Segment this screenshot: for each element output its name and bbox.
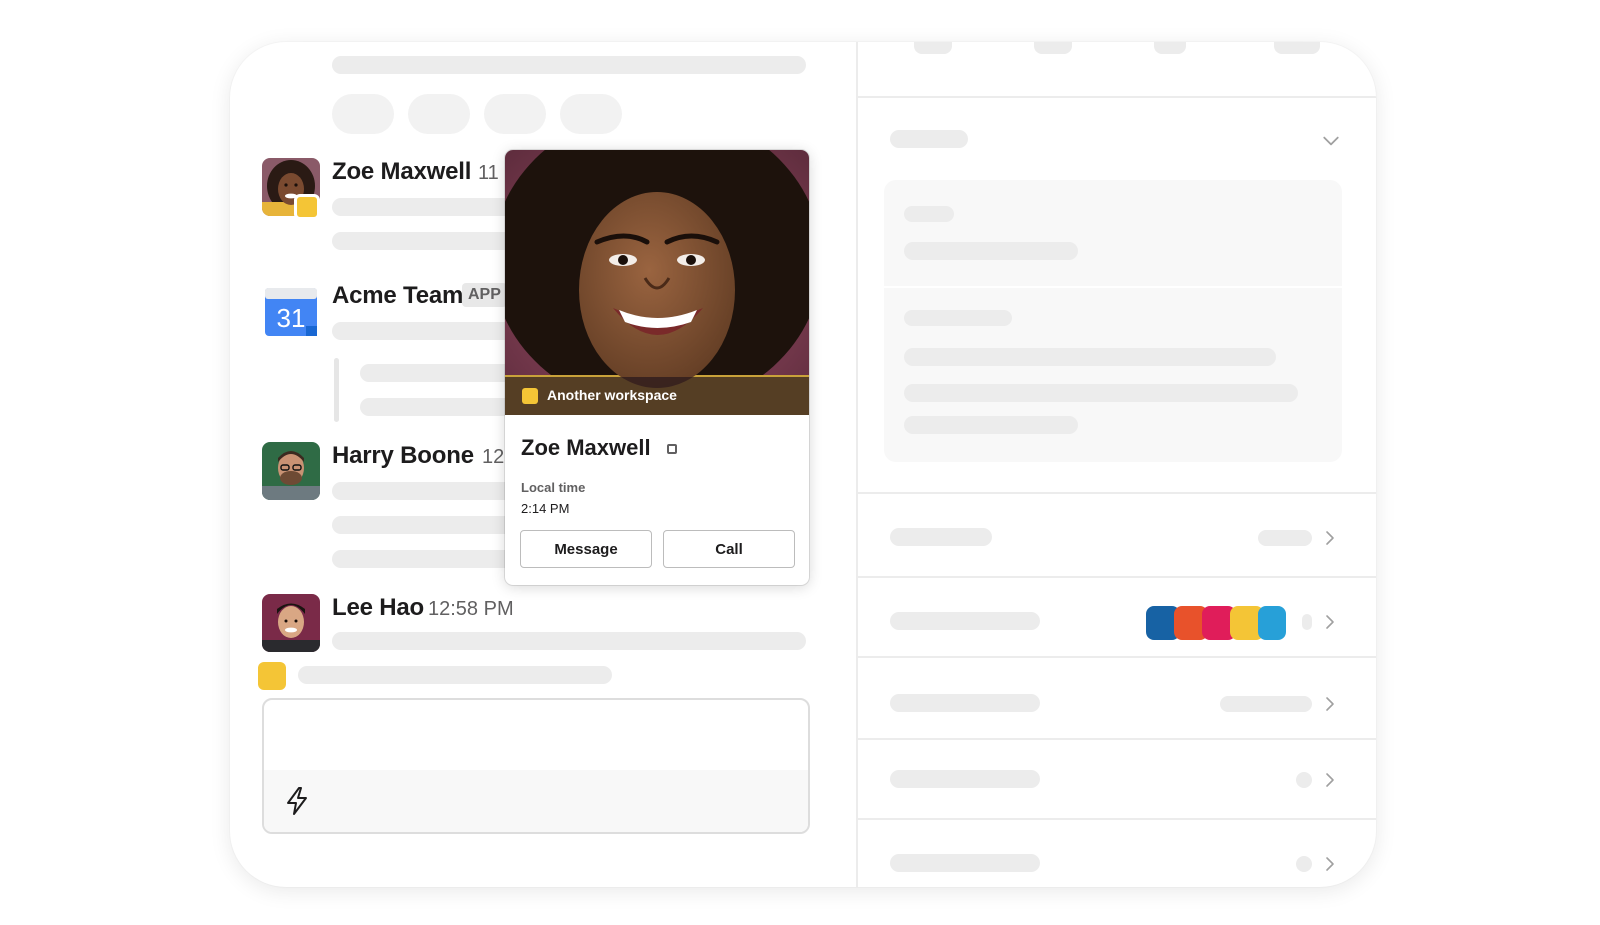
tab-placeholder[interactable] [1274,42,1320,54]
profile-photo-image [505,150,809,415]
call-button[interactable]: Call [663,530,795,568]
chevron-right-icon[interactable] [1322,772,1338,788]
message-author[interactable]: Lee Hao [332,594,424,622]
row-value-placeholder [1302,614,1312,630]
message-button[interactable]: Message [520,530,652,568]
card-label-placeholder [904,206,954,222]
chevron-right-icon[interactable] [1322,696,1338,712]
profile-photo[interactable]: Another workspace [505,150,809,415]
lightning-icon[interactable] [284,786,310,816]
profile-name[interactable]: Zoe Maxwell [521,435,651,461]
local-time-value: 2:14 PM [521,501,570,516]
channel-header-placeholder [332,56,806,74]
reaction-square[interactable] [258,662,286,690]
card-value-placeholder [904,348,1276,366]
section-divider [858,818,1376,820]
chevron-right-icon[interactable] [1322,614,1338,630]
row-label-placeholder [890,528,992,546]
card-value-placeholder [904,242,1078,260]
chevron-right-icon[interactable] [1322,530,1338,546]
section-divider [858,96,1376,98]
row-label-placeholder [890,612,1040,630]
row-label-placeholder [890,694,1040,712]
profile-popover: Another workspace Zoe Maxwell Local time… [505,150,809,585]
message-composer[interactable] [262,698,810,834]
calendar-icon: 31 [265,288,317,336]
row-label-placeholder [890,854,1040,872]
message-timestamp[interactable]: 12:58 PM [428,598,514,621]
row-value-placeholder [1296,856,1312,872]
color-swatch-cyan[interactable] [1258,606,1286,640]
tab-placeholder[interactable] [1034,42,1072,54]
tab-placeholder[interactable] [1154,42,1186,54]
message-author[interactable]: Zoe Maxwell [332,158,471,186]
header-pill-placeholder[interactable] [408,94,470,134]
section-divider [858,656,1376,658]
section-title-placeholder [890,130,968,148]
header-pill-placeholder[interactable] [560,94,622,134]
header-pill-placeholder[interactable] [332,94,394,134]
calendar-app-icon[interactable]: 31 [262,282,320,340]
avatar-lee-hao[interactable] [262,594,320,652]
avatar-lee-image [262,594,320,652]
reaction-text-placeholder [298,666,612,684]
details-card [884,180,1342,462]
section-divider [858,738,1376,740]
local-time-label: Local time [521,480,586,495]
presence-square-icon [667,444,677,454]
chevron-right-icon[interactable] [1322,856,1338,872]
message-text-placeholder [332,632,806,650]
section-divider [858,492,1376,494]
card-label-placeholder [904,310,1012,326]
workspace-banner: Another workspace [505,377,809,415]
status-indicator [294,194,320,220]
avatar-harry-image [262,442,320,500]
app-badge: APP [462,283,507,307]
composer-toolbar [264,770,808,832]
card-value-placeholder [904,416,1078,434]
row-value-placeholder [1258,530,1312,546]
card-value-placeholder [904,384,1298,402]
workspace-label: Another workspace [547,387,677,403]
attachment-bar [334,358,339,422]
card-divider [884,286,1342,288]
chevron-down-icon[interactable] [1322,132,1340,150]
header-pill-placeholder[interactable] [484,94,546,134]
section-divider [858,576,1376,578]
message-timestamp[interactable]: 12 [482,446,504,469]
avatar-harry-boone[interactable] [262,442,320,500]
message-author[interactable]: Harry Boone [332,442,474,470]
row-value-placeholder [1220,696,1312,712]
calendar-day-number: 31 [277,303,306,333]
message-timestamp[interactable]: 11 [478,162,499,185]
message-author[interactable]: Acme Team [332,282,463,310]
tab-placeholder[interactable] [914,42,952,54]
workspace-icon [522,388,538,404]
row-label-placeholder [890,770,1040,788]
details-pane [858,42,1376,887]
row-value-placeholder [1296,772,1312,788]
